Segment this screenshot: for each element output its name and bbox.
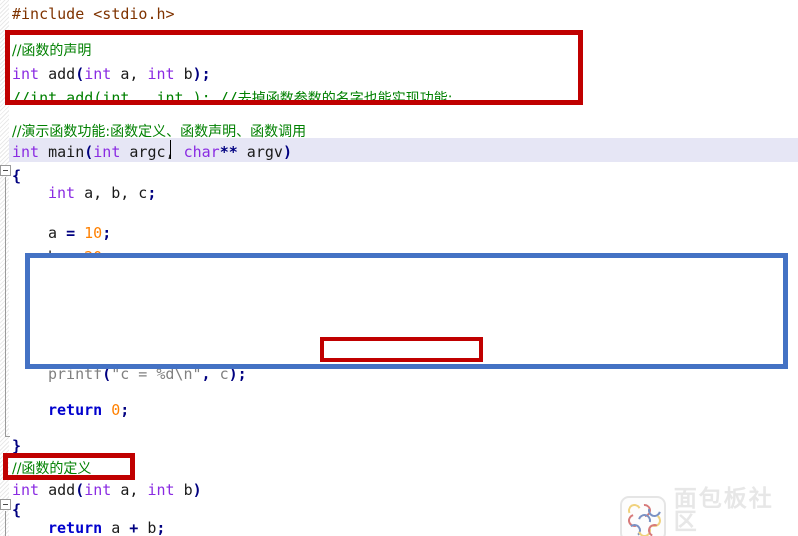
- code-editor-screenshot: #include <stdio.h>//函数的声明 int add(int a, …: [0, 0, 798, 536]
- red-box-function-call-fill: [324, 341, 479, 358]
- text-caret: [170, 140, 171, 159]
